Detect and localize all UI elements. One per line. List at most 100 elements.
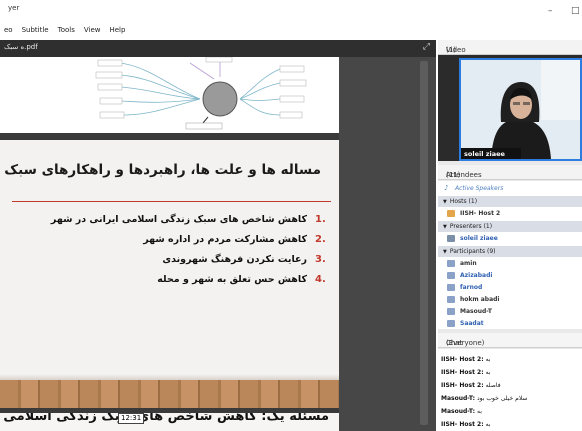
slide-list-item: 2. کاهش مشارکت مردم در اداره شهر bbox=[143, 230, 327, 248]
next-slide-title: مسئله یک: کاهش شاخص های سبک زندگی اسلامی… bbox=[0, 413, 329, 424]
window-title: yer bbox=[8, 4, 20, 12]
chat-sender: IISH- Host 2: bbox=[441, 356, 484, 363]
chat-text: به bbox=[485, 356, 491, 363]
attendees-panel-header[interactable]: Attendees (11) bbox=[438, 165, 582, 180]
chat-message: Masoud-T: به bbox=[441, 408, 482, 415]
active-speakers-row[interactable]: ♪ Active Speakers bbox=[438, 183, 582, 194]
maximize-button[interactable]: □ bbox=[571, 6, 580, 16]
chat-message: IISH- Host 2: فاصله bbox=[441, 382, 501, 389]
menu-item-help[interactable]: Help bbox=[105, 24, 130, 36]
participant-user-icon bbox=[447, 320, 455, 327]
hosts-group-label: Hosts (1) bbox=[449, 198, 478, 205]
chat-text: به bbox=[485, 421, 491, 428]
menu-item-subtitle[interactable]: Subtitle bbox=[18, 24, 54, 36]
slide-item-number: 4. bbox=[315, 273, 326, 285]
chat-sender: IISH- Host 2: bbox=[441, 382, 484, 389]
attendees-list[interactable]: ♪ Active Speakers ▼ Hosts (1) IISH- Host … bbox=[438, 181, 582, 329]
attendee-name: hokm abadi bbox=[460, 296, 500, 303]
pdf-page-mindmap bbox=[0, 57, 339, 133]
expand-icon[interactable]: ⤢ bbox=[423, 42, 430, 52]
attendee-row[interactable]: soleil ziaee bbox=[438, 233, 582, 244]
right-sidebar: Video (1) soleil ziaee Attendees (11) ♪ … bbox=[438, 40, 582, 431]
chat-message: IISH- Host 2: به bbox=[441, 356, 490, 363]
chat-text: سلام خیلی خوب بود bbox=[476, 395, 528, 402]
attendee-name: Azizabadi bbox=[460, 272, 493, 279]
document-tab-bar: ه سبک.pdf ⤢ bbox=[0, 40, 436, 57]
menu-item-eo[interactable]: eo bbox=[0, 24, 18, 36]
menu-item-view[interactable]: View bbox=[80, 24, 106, 36]
chat-message: IISH- Host 2: به bbox=[441, 369, 490, 376]
document-viewer[interactable]: مساله ها و علت ها، راهبردها و راهکارهای … bbox=[0, 57, 436, 431]
menu-bar: eo Subtitle Tools View Help bbox=[0, 24, 582, 36]
video-panel: soleil ziaee bbox=[438, 55, 582, 161]
attendee-row[interactable]: Azizabadi bbox=[438, 270, 582, 281]
group-hosts[interactable]: ▼ Hosts (1) bbox=[438, 196, 582, 207]
collapse-triangle-icon[interactable]: ▼ bbox=[443, 249, 447, 255]
mindmap-diagram bbox=[95, 57, 307, 130]
participants-group-label: Participants (9) bbox=[449, 248, 496, 255]
attendee-row[interactable]: Saadat bbox=[438, 318, 582, 329]
pdf-page-next: مسئله یک: کاهش شاخص های سبک زندگی اسلامی… bbox=[0, 413, 339, 431]
group-participants[interactable]: ▼ Participants (9) bbox=[438, 246, 582, 257]
collapse-triangle-icon[interactable]: ▼ bbox=[443, 224, 447, 230]
chat-message: Masoud-T: سلام خیلی خوب بود bbox=[441, 395, 527, 402]
slide-item-number: 2. bbox=[315, 233, 326, 245]
slide-title: مساله ها و علت ها، راهبردها و راهکارهای … bbox=[0, 162, 321, 178]
attendee-name: IISH- Host 2 bbox=[460, 210, 501, 217]
attendee-row[interactable]: amin bbox=[438, 258, 582, 269]
slide-item-text: کاهش شاخص های سبک زندگی اسلامی ایرانی در… bbox=[50, 213, 307, 225]
active-speakers-label: Active Speakers bbox=[455, 185, 504, 192]
chat-text: فاصله bbox=[485, 382, 501, 389]
slide-item-number: 1. bbox=[315, 213, 326, 225]
minimize-button[interactable]: – bbox=[548, 6, 553, 16]
attendee-row[interactable]: hokm abadi bbox=[438, 294, 582, 305]
slide-list-item: 1. کاهش شاخص های سبک زندگی اسلامی ایرانی… bbox=[51, 210, 327, 228]
participant-user-icon bbox=[447, 308, 455, 315]
scrollbar[interactable] bbox=[420, 61, 428, 425]
chat-message: IISH- Host 2: به bbox=[441, 421, 490, 428]
group-presenters[interactable]: ▼ Presenters (1) bbox=[438, 221, 582, 232]
slide-item-text: کاهش مشارکت مردم در اداره شهر bbox=[143, 233, 307, 245]
video-panel-header[interactable]: Video (1) bbox=[438, 40, 582, 55]
attendee-row[interactable]: IISH- Host 2 bbox=[438, 208, 582, 219]
participant-user-icon bbox=[447, 272, 455, 279]
attendee-name: amin bbox=[460, 260, 477, 267]
chat-sender: IISH- Host 2: bbox=[441, 369, 484, 376]
video-feed[interactable]: soleil ziaee bbox=[459, 58, 582, 161]
chat-text: به bbox=[476, 408, 482, 415]
pdf-page-slide: مساله ها و علت ها، راهبردها و راهکارهای … bbox=[0, 140, 339, 408]
chat-messages[interactable]: IISH- Host 2: به IISH- Host 2: به IISH- … bbox=[438, 349, 582, 431]
chat-text: به bbox=[485, 369, 491, 376]
timestamp-tooltip: 12:31 bbox=[118, 413, 145, 424]
chat-panel-header[interactable]: Chat (Everyone) bbox=[438, 333, 582, 348]
chat-sender: Masoud-T: bbox=[441, 408, 476, 415]
chat-sender: IISH- Host 2: bbox=[441, 421, 484, 428]
chat-sender: Masoud-T: bbox=[441, 395, 476, 402]
window-titlebar: yer – □ bbox=[0, 0, 582, 24]
chat-scope: (Everyone) bbox=[446, 339, 485, 347]
participant-user-icon bbox=[447, 260, 455, 267]
attendee-row[interactable]: Masoud-T bbox=[438, 306, 582, 317]
participant-user-icon bbox=[447, 296, 455, 303]
slide-divider bbox=[12, 201, 331, 202]
attendees-count: (11) bbox=[446, 171, 461, 179]
attendee-name: Masoud-T bbox=[460, 308, 492, 315]
attendee-name: soleil ziaee bbox=[460, 235, 498, 242]
slide-item-number: 3. bbox=[315, 253, 326, 265]
attendee-name: farnod bbox=[460, 284, 483, 291]
attendee-name: Saadat bbox=[460, 320, 484, 327]
slide-list-item: 4. کاهش حس تعلق به شهر و محله bbox=[157, 270, 327, 288]
video-count: (1) bbox=[446, 46, 456, 54]
participant-user-icon bbox=[447, 284, 455, 291]
collapse-triangle-icon[interactable]: ▼ bbox=[443, 199, 447, 205]
slide-item-text: رعایت نکردن فرهنگ شهروندی bbox=[162, 253, 307, 265]
menu-item-tools[interactable]: Tools bbox=[54, 24, 80, 36]
presenter-video-image bbox=[461, 60, 580, 159]
wood-floor-image bbox=[0, 380, 339, 408]
presenter-user-icon bbox=[447, 235, 455, 242]
presenters-group-label: Presenters (1) bbox=[449, 223, 493, 230]
document-filename[interactable]: ه سبک.pdf bbox=[4, 43, 38, 51]
attendee-row[interactable]: farnod bbox=[438, 282, 582, 293]
speaker-icon: ♪ bbox=[444, 184, 449, 192]
video-participant-name: soleil ziaee bbox=[461, 148, 521, 159]
